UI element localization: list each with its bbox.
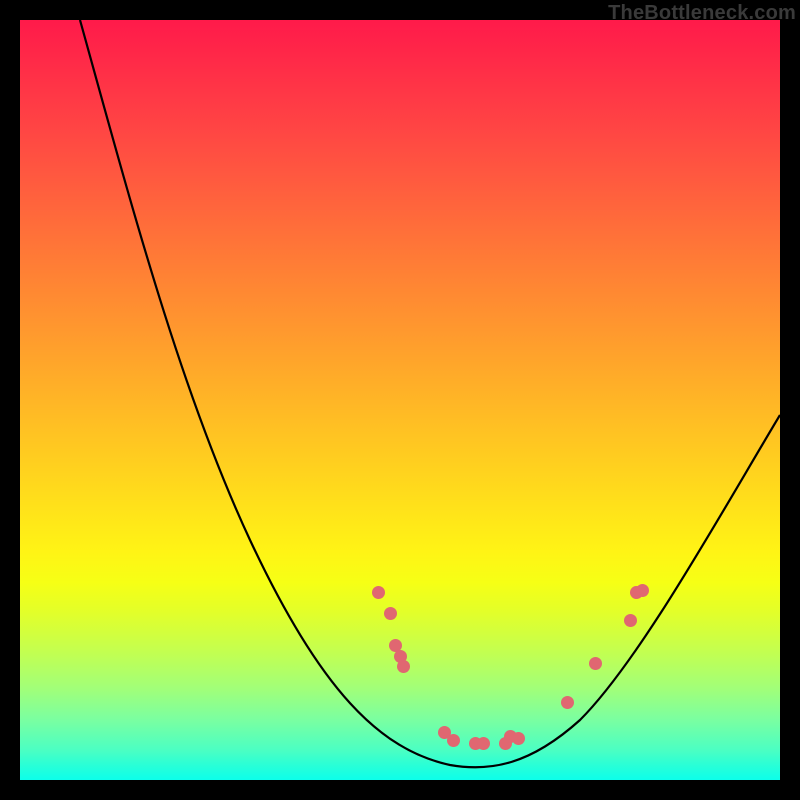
data-point [589,657,602,670]
data-point [397,660,410,673]
data-point [624,614,637,627]
bottleneck-curve [80,20,780,767]
data-point [384,607,397,620]
chart-container: TheBottleneck.com [0,0,800,800]
data-point [372,586,385,599]
data-point [477,737,490,750]
data-point [512,732,525,745]
data-point [447,734,460,747]
data-point [561,696,574,709]
data-point [636,584,649,597]
plot-area [20,20,780,780]
